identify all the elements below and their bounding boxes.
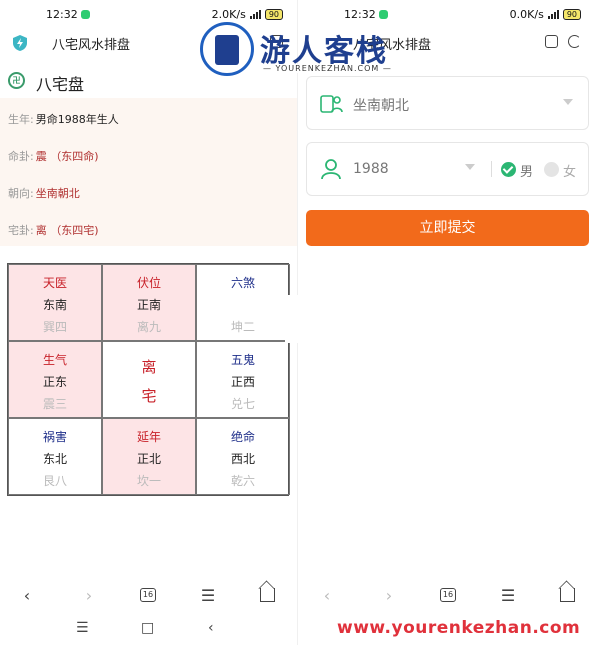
watermark-url: www.yourenkezhan.com — [337, 618, 581, 638]
field-divider — [491, 161, 492, 177]
signal-icon — [249, 10, 261, 19]
recent-apps-icon[interactable]: ☰ — [76, 620, 89, 636]
grid-cell: 五鬼 正西 兑七 — [196, 341, 290, 418]
info-row-ming-gua: 命卦: 震 （东四命) — [8, 150, 99, 163]
grid-cell: 延年 正北 坎一 — [102, 418, 196, 495]
home-icon[interactable] — [560, 588, 575, 602]
bagua-grid: 天医 东南 巽四 伏位 正南 离九 六煞 坤二 生气 正东 震三 离 宅 五鬼 … — [7, 263, 290, 496]
forward-icon[interactable]: › — [378, 586, 400, 605]
home-icon[interactable] — [260, 588, 275, 602]
bagua-logo-icon: 卍 — [8, 72, 25, 89]
grid-cell: 天医 东南 巽四 — [8, 264, 102, 341]
info-row-zhai-gua: 宅卦: 离 （东四宅) — [8, 224, 99, 237]
chevron-down-icon — [563, 99, 573, 105]
orientation-select[interactable]: 坐南朝北 — [306, 76, 589, 130]
grid-cell: 伏位 正南 离九 — [102, 264, 196, 341]
grid-cell: 六煞 坤二 — [196, 264, 290, 341]
home-square-icon[interactable]: □ — [141, 620, 154, 636]
person-icon — [321, 159, 341, 180]
year-value[interactable]: 1988 — [353, 161, 389, 177]
grid-cell: 祸害 东北 艮八 — [8, 418, 102, 495]
shield-icon — [13, 35, 27, 51]
status-time: 12:32 — [46, 8, 78, 21]
male-radio[interactable] — [501, 162, 516, 177]
chevron-down-icon[interactable] — [465, 164, 475, 170]
male-label[interactable]: 男 — [520, 161, 533, 180]
menu-icon[interactable]: ☰ — [197, 586, 219, 605]
watermark-logo: 游人客栈 — YOURENKEZHAN.COM — — [200, 22, 400, 78]
info-panel: 生年: 男命1988年生人 命卦: 震 （东四命) 朝向: 坐南朝北 宅卦: 离 （东四… — [0, 98, 297, 246]
forward-icon[interactable]: › — [78, 586, 100, 605]
browser-nav-bar: ‹ › 16 ☰ — [298, 580, 595, 610]
orientation-value: 坐南朝北 — [353, 98, 409, 114]
grid-center-cell: 离 宅 — [102, 341, 196, 418]
brand-logo-icon — [200, 22, 254, 76]
battery-icon: 90 — [264, 9, 283, 20]
submit-button[interactable]: 立即提交 — [306, 210, 589, 246]
page-title: 八宅盘 — [36, 75, 85, 94]
system-back-icon[interactable]: ‹ — [208, 620, 214, 636]
cover-box — [285, 295, 467, 343]
wechat-icon — [378, 10, 388, 19]
left-screen: 12:32 2.0K/s 90 八宅风水排盘 卍 八宅盘 生年: 男命1988年生… — [0, 0, 297, 645]
system-nav-bar: ☰ □ ‹ — [0, 618, 297, 642]
grid-cell: 绝命 西北 乾六 — [196, 418, 290, 495]
menu-icon[interactable]: ☰ — [497, 586, 519, 605]
wechat-icon — [80, 10, 90, 19]
signal-icon — [547, 10, 559, 19]
tabs-icon[interactable]: 16 — [140, 588, 156, 602]
url-title: 八宅风水排盘 — [52, 38, 131, 53]
back-icon[interactable]: ‹ — [316, 586, 338, 605]
network-speed: 2.0K/s — [211, 8, 246, 21]
grid-cell: 生气 正东 震三 — [8, 341, 102, 418]
info-row-birth-year: 生年: 男命1988年生人 — [8, 113, 119, 126]
female-label[interactable]: 女 — [563, 161, 576, 180]
house-person-icon — [320, 95, 343, 113]
back-icon[interactable]: ‹ — [16, 586, 38, 605]
browser-nav-bar: ‹ › 16 ☰ — [0, 580, 297, 610]
bookmark-icon[interactable] — [545, 35, 558, 48]
female-radio[interactable] — [544, 162, 559, 177]
info-row-orientation: 朝向: 坐南朝北 — [8, 187, 80, 200]
watermark-subtitle: — YOURENKEZHAN.COM — — [260, 64, 395, 73]
battery-icon: 90 — [562, 9, 581, 20]
birth-year-field: 1988 男 女 — [306, 142, 589, 196]
tabs-icon[interactable]: 16 — [440, 588, 456, 602]
refresh-icon[interactable] — [568, 35, 581, 48]
network-speed: 0.0K/s — [509, 8, 544, 21]
status-time: 12:32 — [344, 8, 376, 21]
